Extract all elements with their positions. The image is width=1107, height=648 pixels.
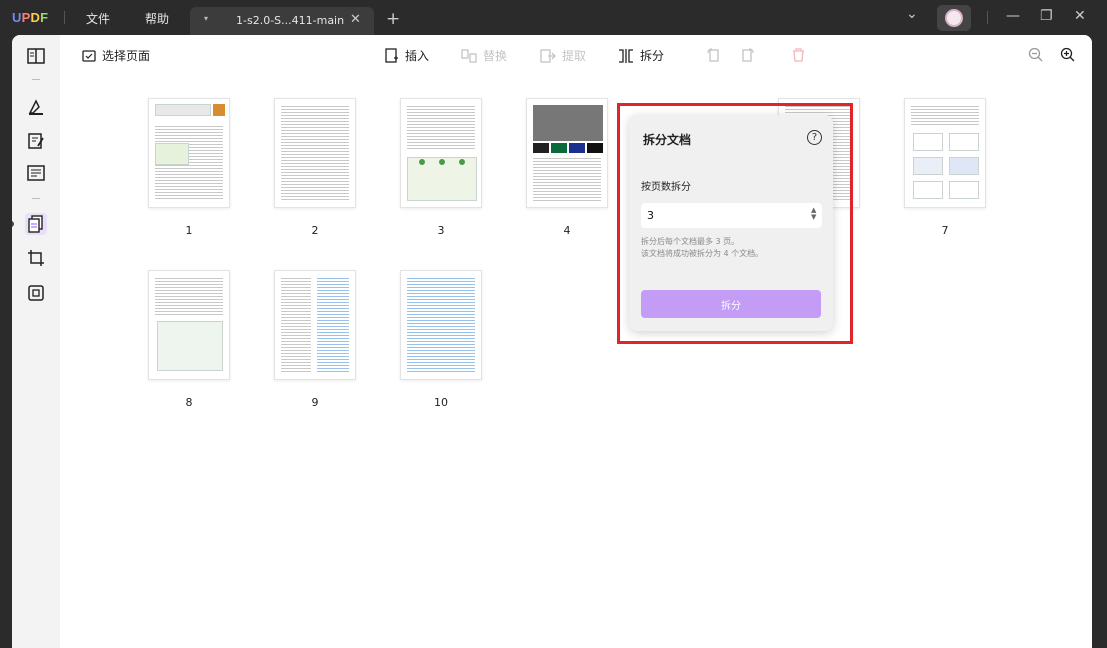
left-toolbar	[12, 35, 60, 648]
form-tool-icon[interactable]	[25, 162, 47, 184]
document-tab[interactable]: ▾ 1-s2.0-S...411-main ✕	[190, 7, 374, 35]
toolbar-separator	[32, 79, 40, 80]
new-tab-button[interactable]: +	[386, 9, 400, 29]
extract-button[interactable]: 提取	[540, 47, 586, 64]
replace-button[interactable]: 替换	[461, 47, 507, 64]
select-pages-label: 选择页面	[102, 49, 151, 63]
page-number: 2	[311, 224, 319, 237]
insert-button[interactable]: 插入	[385, 47, 429, 64]
zoom-in-icon[interactable]	[1060, 47, 1075, 62]
page-thumbnail[interactable]	[904, 98, 986, 208]
tab-dropdown-icon[interactable]: ▾	[204, 14, 208, 23]
split-button[interactable]: 拆分	[618, 47, 664, 64]
page-thumbnail[interactable]	[400, 270, 482, 380]
page-number: 9	[311, 396, 319, 409]
avatar[interactable]	[937, 5, 971, 31]
toolbar-separator	[32, 198, 40, 199]
tab-title: 1-s2.0-S...411-main	[236, 14, 345, 27]
titlebar-separator	[64, 11, 65, 24]
organize-pages-icon[interactable]	[25, 213, 47, 235]
chevron-down-icon[interactable]: ⌄	[906, 6, 918, 22]
minimize-button[interactable]: —	[1006, 8, 1020, 24]
updf-logo: UPDF	[12, 10, 49, 25]
page-thumbnail[interactable]	[400, 98, 482, 208]
rotate-left-icon[interactable]	[706, 48, 720, 62]
delete-icon[interactable]	[792, 48, 805, 62]
page-number: 7	[941, 224, 949, 237]
close-window-button[interactable]: ✕	[1074, 8, 1086, 24]
page-number: 4	[563, 224, 571, 237]
page-organizer: 选择页面 插入 替换 提取 拆分 1 2 3 4 7 8 9 10	[60, 35, 1092, 648]
select-pages-button[interactable]: 选择页面	[82, 47, 150, 64]
tools-icon[interactable]	[25, 282, 47, 304]
page-number: 3	[437, 224, 445, 237]
menu-file[interactable]: 文件	[86, 10, 110, 27]
extract-label: 提取	[562, 49, 587, 63]
page-number: 10	[434, 396, 448, 409]
page-thumbnail[interactable]	[148, 270, 230, 380]
page-thumbnail[interactable]	[148, 98, 230, 208]
rotate-right-icon[interactable]	[741, 48, 755, 62]
page-thumbnail[interactable]	[274, 270, 356, 380]
reader-mode-icon[interactable]	[25, 45, 47, 67]
titlebar-separator	[987, 11, 988, 24]
comment-tool-icon[interactable]	[25, 96, 47, 118]
page-number: 1	[185, 224, 193, 237]
edit-tool-icon[interactable]	[25, 130, 47, 152]
tab-close-icon[interactable]: ✕	[350, 12, 361, 27]
extract-icon	[540, 48, 556, 63]
restore-button[interactable]: ❐	[1040, 8, 1053, 24]
split-icon	[619, 48, 633, 63]
replace-icon	[461, 48, 477, 63]
highlight-annotation	[617, 103, 853, 344]
insert-label: 插入	[405, 49, 430, 63]
page-number: 8	[185, 396, 193, 409]
insert-icon	[385, 48, 398, 63]
zoom-out-icon[interactable]	[1028, 47, 1043, 62]
replace-label: 替换	[483, 49, 508, 63]
page-thumbnail[interactable]	[274, 98, 356, 208]
menu-help[interactable]: 帮助	[145, 10, 169, 27]
avatar-image	[945, 9, 963, 27]
app-window: 选择页面 插入 替换 提取 拆分 1 2 3 4 7 8 9 10 拆分文档 ?…	[12, 35, 1092, 648]
page-thumbnail[interactable]	[526, 98, 608, 208]
split-label: 拆分	[640, 49, 665, 63]
select-pages-icon	[82, 49, 96, 62]
active-tool-marker	[12, 221, 14, 227]
title-bar: UPDF 文件 帮助 ▾ 1-s2.0-S...411-main ✕ + ⌄ —…	[0, 0, 1107, 35]
crop-tool-icon[interactable]	[25, 247, 47, 269]
